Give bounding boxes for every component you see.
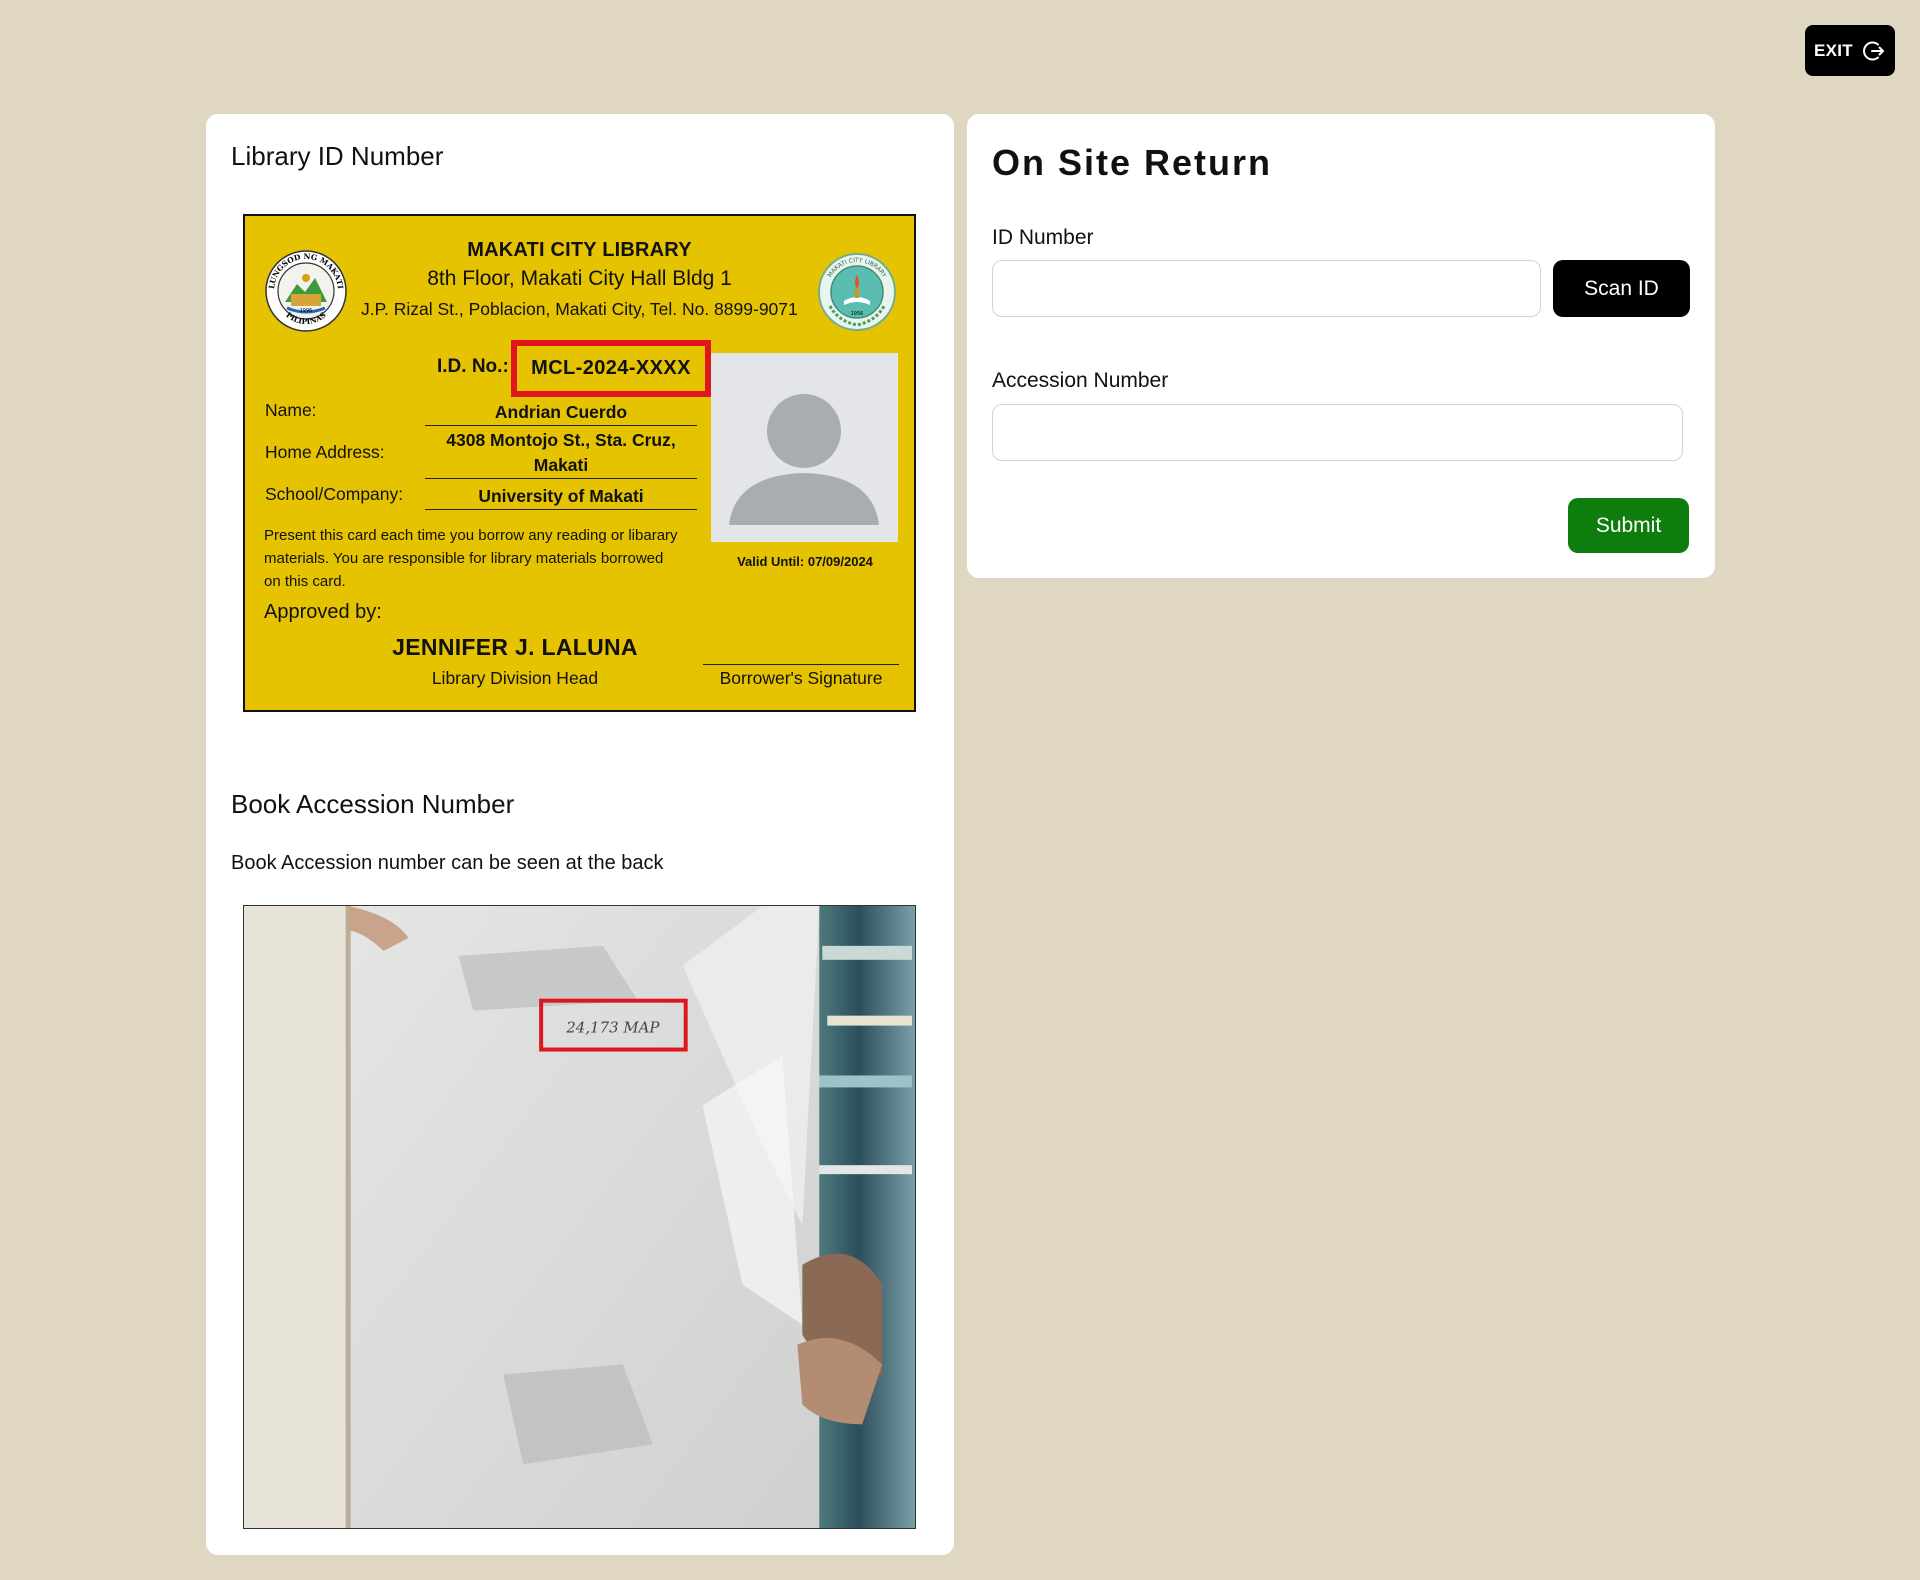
library-id-heading: Library ID Number: [231, 141, 444, 171]
submit-button[interactable]: Submit: [1568, 498, 1689, 553]
book-back-photo: 24,173 MAP: [243, 905, 916, 1529]
exit-label: EXIT: [1814, 40, 1853, 60]
signer-name: JENNIFER J. LALUNA: [392, 634, 638, 660]
name-value: Andrian Cuerdo: [425, 400, 697, 426]
on-site-return-form: On Site Return ID Number Scan ID Accessi…: [967, 114, 1715, 578]
profile-photo-placeholder: [711, 353, 898, 542]
id-no-value: MCL-2024-XXXX: [531, 357, 691, 379]
accession-hint: Book Accession number can be seen at the…: [231, 852, 664, 874]
name-label: Name:: [265, 400, 317, 420]
approved-by-label: Approved by:: [264, 601, 382, 623]
home-address-label: Home Address:: [265, 442, 385, 462]
id-number-input[interactable]: [992, 260, 1541, 317]
signer-role: Library Division Head: [431, 668, 599, 688]
library-floor: 8th Floor, Makati City Hall Bldg 1: [427, 267, 732, 290]
scan-id-button[interactable]: Scan ID: [1553, 260, 1690, 317]
makati-city-seal-icon: 1996 LUNGSOD NG MAKATI PILIPINAS: [265, 250, 347, 332]
exit-button[interactable]: EXIT: [1805, 25, 1895, 76]
seal-right-year: 1956: [851, 311, 864, 317]
library-name: MAKATI CITY LIBRARY: [467, 239, 692, 261]
accession-number-input[interactable]: [992, 404, 1683, 461]
user-silhouette-icon: [729, 394, 879, 525]
accession-sample-text: 24,173 MAP: [565, 1019, 660, 1037]
form-title: On Site Return: [992, 142, 1273, 183]
book-photo-illustration: 24,173 MAP: [244, 906, 915, 1528]
id-no-label: I.D. No.:: [437, 356, 509, 377]
id-no-highlight: MCL-2024-XXXX: [511, 340, 711, 397]
valid-until: Valid Until: 07/09/2024: [737, 554, 873, 569]
signature-label: Borrower's Signature: [719, 668, 883, 688]
seal-left-year: 1996: [300, 308, 313, 314]
instructions-panel: Library ID Number 1996 LUNGSOD NG MAKATI…: [206, 114, 954, 1555]
library-seal-icon: 1956 MAKATI CITY LIBRARY: [818, 253, 896, 331]
library-id-card-sample: 1996 LUNGSOD NG MAKATI PILIPINAS 1956 MA…: [243, 214, 916, 712]
logout-icon: [1863, 41, 1884, 60]
id-number-label: ID Number: [992, 226, 1094, 249]
card-note: Present this card each time you borrow a…: [264, 527, 678, 590]
home-address-value: 4308 Montojo St., Sta. Cruz, Makati: [425, 428, 697, 479]
school-label: School/Company:: [265, 484, 404, 504]
accession-heading: Book Accession Number: [231, 789, 515, 819]
signature-line: [703, 664, 899, 665]
library-address: J.P. Rizal St., Poblacion, Makati City, …: [361, 299, 798, 319]
school-value: University of Makati: [425, 484, 697, 510]
accession-number-label: Accession Number: [992, 369, 1169, 392]
